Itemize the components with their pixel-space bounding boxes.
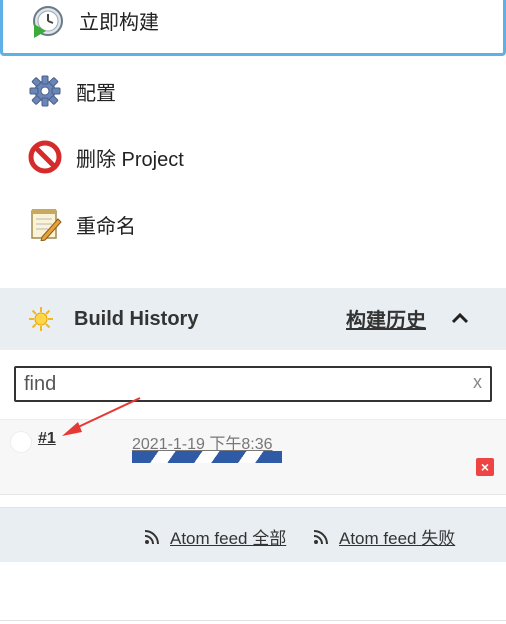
task-build-now[interactable]: 立即构建 bbox=[0, 0, 506, 56]
collapse-chevron-up-icon[interactable] bbox=[448, 306, 472, 330]
feeds-bar: Atom feed 全部 Atom feed 失败 bbox=[0, 507, 506, 562]
search-clear-button[interactable]: x bbox=[473, 372, 482, 393]
feed-label: Atom feed 全部 bbox=[170, 529, 287, 548]
sun-icon bbox=[28, 306, 54, 332]
build-history-header: Build History 构建历史 bbox=[0, 288, 506, 350]
build-search-box: x bbox=[14, 366, 492, 402]
build-history-title: Build History bbox=[74, 307, 199, 330]
task-configure[interactable]: 配置 bbox=[0, 58, 506, 124]
task-delete-project[interactable]: 删除 Project bbox=[0, 124, 506, 190]
task-rename[interactable]: 重命名 bbox=[0, 191, 506, 257]
build-trend-link[interactable]: 构建历史 bbox=[346, 304, 426, 333]
atom-feed-failed-link[interactable]: Atom feed 失败 bbox=[313, 524, 455, 549]
task-label: 配置 bbox=[76, 82, 116, 105]
build-search-input[interactable] bbox=[24, 371, 454, 397]
rss-icon bbox=[313, 529, 328, 544]
build-now-icon bbox=[31, 4, 65, 38]
build-status-icon bbox=[10, 431, 32, 453]
gear-icon bbox=[28, 74, 62, 108]
build-number-link[interactable]: #1 bbox=[38, 430, 56, 448]
task-label: 立即构建 bbox=[79, 12, 159, 34]
build-progress-bar bbox=[132, 451, 282, 463]
task-label: 重命名 bbox=[76, 215, 136, 238]
task-label: 删除 Project bbox=[76, 148, 184, 171]
feed-label: Atom feed 失败 bbox=[339, 529, 456, 548]
rss-icon bbox=[144, 529, 159, 544]
atom-feed-all-link[interactable]: Atom feed 全部 bbox=[144, 524, 286, 549]
cancel-build-button[interactable]: × bbox=[476, 458, 494, 476]
notepad-icon bbox=[28, 207, 62, 241]
divider bbox=[0, 620, 506, 621]
delete-icon bbox=[28, 140, 62, 174]
